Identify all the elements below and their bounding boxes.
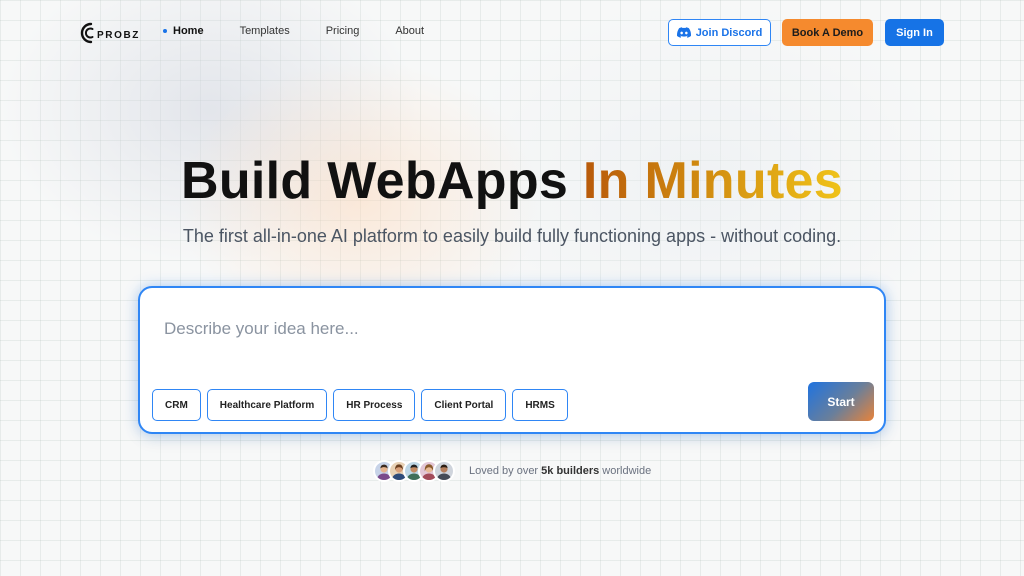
suggestion-chips: CRM Healthcare Platform HR Process Clien… [152, 389, 574, 421]
chip-hr-process[interactable]: HR Process [333, 389, 416, 421]
brand-logo[interactable]: PROBZ [80, 21, 140, 45]
avatar-icon [437, 464, 451, 480]
join-discord-button[interactable]: Join Discord [668, 19, 771, 46]
chip-client-portal[interactable]: Client Portal [421, 389, 507, 421]
idea-input[interactable] [164, 314, 784, 344]
nav-link-about[interactable]: About [395, 25, 424, 37]
nav-link-label: Home [173, 25, 204, 37]
start-button[interactable]: Start [808, 382, 874, 421]
avatar [433, 460, 455, 482]
nav-link-label: Pricing [325, 25, 360, 37]
chip-healthcare-platform[interactable]: Healthcare Platform [206, 389, 328, 421]
social-proof-text: Loved by over 5k builders worldwide [469, 465, 651, 477]
join-discord-label: Join Discord [695, 26, 763, 39]
sign-in-button[interactable]: Sign In [885, 19, 944, 46]
social-proof-count: 5k builders [541, 465, 600, 477]
hero-subtitle: The first all-in-one AI platform to easi… [182, 226, 842, 246]
prompt-card: CRM Healthcare Platform HR Process Clien… [138, 286, 886, 434]
book-demo-button[interactable]: Book A Demo [782, 19, 873, 46]
hero-title: Build WebApps In Minutes [0, 150, 1024, 212]
chip-hrms[interactable]: HRMS [512, 389, 568, 421]
hero-title-main: Build WebApps [180, 152, 569, 210]
social-proof-prefix: Loved by over [469, 465, 542, 477]
nav-link-pricing[interactable]: Pricing [326, 25, 360, 37]
nav-link-home[interactable]: Home [163, 25, 204, 37]
hero-title-accent: In Minutes [582, 152, 843, 210]
nav-link-label: Templates [239, 25, 290, 37]
top-nav: PROBZ Home Templates Pricing About Join … [0, 0, 1024, 64]
nav-link-label: About [395, 25, 425, 37]
brand-name: PROBZ [97, 29, 140, 41]
social-proof: Loved by over 5k builders worldwide [373, 459, 651, 483]
active-indicator-dot [163, 29, 167, 33]
chip-crm[interactable]: CRM [152, 389, 201, 421]
avatar-stack [373, 460, 455, 482]
nav-link-templates[interactable]: Templates [240, 25, 290, 37]
social-proof-suffix: worldwide [599, 465, 652, 477]
nav-links: Home Templates Pricing About [163, 25, 460, 37]
logo-mark-icon [80, 22, 94, 44]
discord-icon [676, 27, 691, 38]
